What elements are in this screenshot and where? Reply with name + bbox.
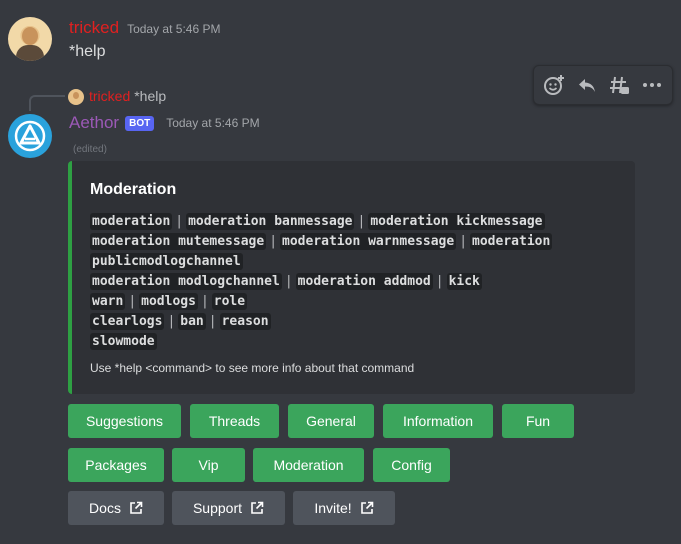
embed-line: moderation mutemessage | moderation warnme… bbox=[90, 232, 630, 252]
separator: | bbox=[357, 214, 366, 229]
command-code: moderation bbox=[90, 213, 173, 230]
information-button[interactable]: Information bbox=[383, 404, 493, 438]
message-text: *help bbox=[69, 43, 106, 60]
reply-connector bbox=[29, 95, 65, 111]
help-embed: Moderation moderation | moderation banmess… bbox=[68, 161, 635, 394]
embed-footer: Use *help <command> to see more info abo… bbox=[90, 361, 415, 375]
reply-author: tricked bbox=[89, 88, 131, 104]
bot-timestamp: Today at 5:46 PM bbox=[166, 116, 260, 130]
support-link-button[interactable]: Support bbox=[172, 491, 285, 525]
command-code: moderation banmessage bbox=[186, 213, 355, 230]
author-name[interactable]: tricked bbox=[69, 18, 119, 38]
embed-line: clearlogs | ban | reason bbox=[90, 312, 630, 332]
embed-title: Moderation bbox=[90, 181, 177, 198]
bot-message-header: Aethor BOT Today at 5:46 PM bbox=[69, 113, 260, 133]
docs-link-button[interactable]: Docs bbox=[68, 491, 164, 525]
docs-label: Docs bbox=[89, 500, 121, 516]
command-code: role bbox=[211, 293, 248, 310]
add-reaction-icon[interactable] bbox=[540, 71, 568, 99]
support-label: Support bbox=[192, 500, 243, 516]
embed-line: moderation | moderation banmessage | moderat… bbox=[90, 212, 630, 232]
general-button[interactable]: General bbox=[288, 404, 374, 438]
edited-label: (edited) bbox=[73, 144, 107, 155]
external-link-icon bbox=[129, 501, 143, 515]
avatar-aethor[interactable] bbox=[8, 114, 52, 158]
embed-line: slowmode bbox=[90, 332, 630, 352]
create-thread-icon[interactable] bbox=[605, 71, 633, 99]
bot-author-name[interactable]: Aethor bbox=[69, 113, 119, 133]
message-header: tricked Today at 5:46 PM bbox=[69, 18, 220, 38]
command-code: clearlogs bbox=[90, 313, 165, 330]
command-code: reason bbox=[219, 313, 271, 330]
external-link-icon bbox=[360, 501, 374, 515]
separator: | bbox=[208, 314, 217, 329]
embed-command-list: moderation | moderation banmessage | moderat… bbox=[90, 212, 630, 352]
separator: | bbox=[269, 234, 278, 249]
separator: | bbox=[284, 274, 293, 289]
avatar-tricked[interactable] bbox=[8, 17, 52, 61]
command-code: moderation kickmessage bbox=[368, 213, 545, 230]
command-code: ban bbox=[178, 313, 206, 330]
reply-avatar bbox=[68, 89, 84, 105]
external-link-icon bbox=[250, 501, 264, 515]
separator: | bbox=[175, 214, 184, 229]
packages-button[interactable]: Packages bbox=[68, 448, 164, 482]
separator: | bbox=[459, 234, 468, 249]
config-button[interactable]: Config bbox=[373, 448, 450, 482]
embed-line: warn | modlogs | role bbox=[90, 292, 630, 312]
separator: | bbox=[128, 294, 137, 309]
command-code: modlogs bbox=[139, 293, 198, 310]
timestamp: Today at 5:46 PM bbox=[127, 22, 221, 36]
reply-preview[interactable]: tricked *help bbox=[89, 88, 166, 104]
command-code: publicmodlogchannel bbox=[90, 253, 243, 270]
embed-line: moderation modlogchannel | moderation addm… bbox=[90, 272, 630, 292]
message-actions-toolbar bbox=[533, 65, 673, 105]
command-code: moderation warnmessage bbox=[280, 233, 457, 250]
command-code: moderation bbox=[470, 233, 553, 250]
command-code: warn bbox=[90, 293, 126, 310]
reply-text: *help bbox=[134, 88, 167, 104]
command-code: moderation mutemessage bbox=[90, 233, 267, 250]
invite-link-button[interactable]: Invite! bbox=[293, 491, 395, 525]
threads-button[interactable]: Threads bbox=[190, 404, 279, 438]
command-code: moderation addmod bbox=[295, 273, 433, 290]
more-icon[interactable] bbox=[638, 71, 666, 99]
invite-label: Invite! bbox=[314, 500, 352, 516]
separator: | bbox=[435, 274, 444, 289]
command-code: kick bbox=[446, 273, 482, 290]
moderation-button[interactable]: Moderation bbox=[253, 448, 364, 482]
command-code: moderation modlogchannel bbox=[90, 273, 282, 290]
separator: | bbox=[167, 314, 176, 329]
reply-icon[interactable] bbox=[573, 71, 601, 99]
separator: | bbox=[200, 294, 209, 309]
embed-line: publicmodlogchannel bbox=[90, 252, 630, 272]
fun-button[interactable]: Fun bbox=[502, 404, 574, 438]
vip-button[interactable]: Vip bbox=[172, 448, 245, 482]
bot-tag: BOT bbox=[125, 115, 155, 131]
suggestions-button[interactable]: Suggestions bbox=[68, 404, 181, 438]
command-code: slowmode bbox=[90, 333, 157, 350]
